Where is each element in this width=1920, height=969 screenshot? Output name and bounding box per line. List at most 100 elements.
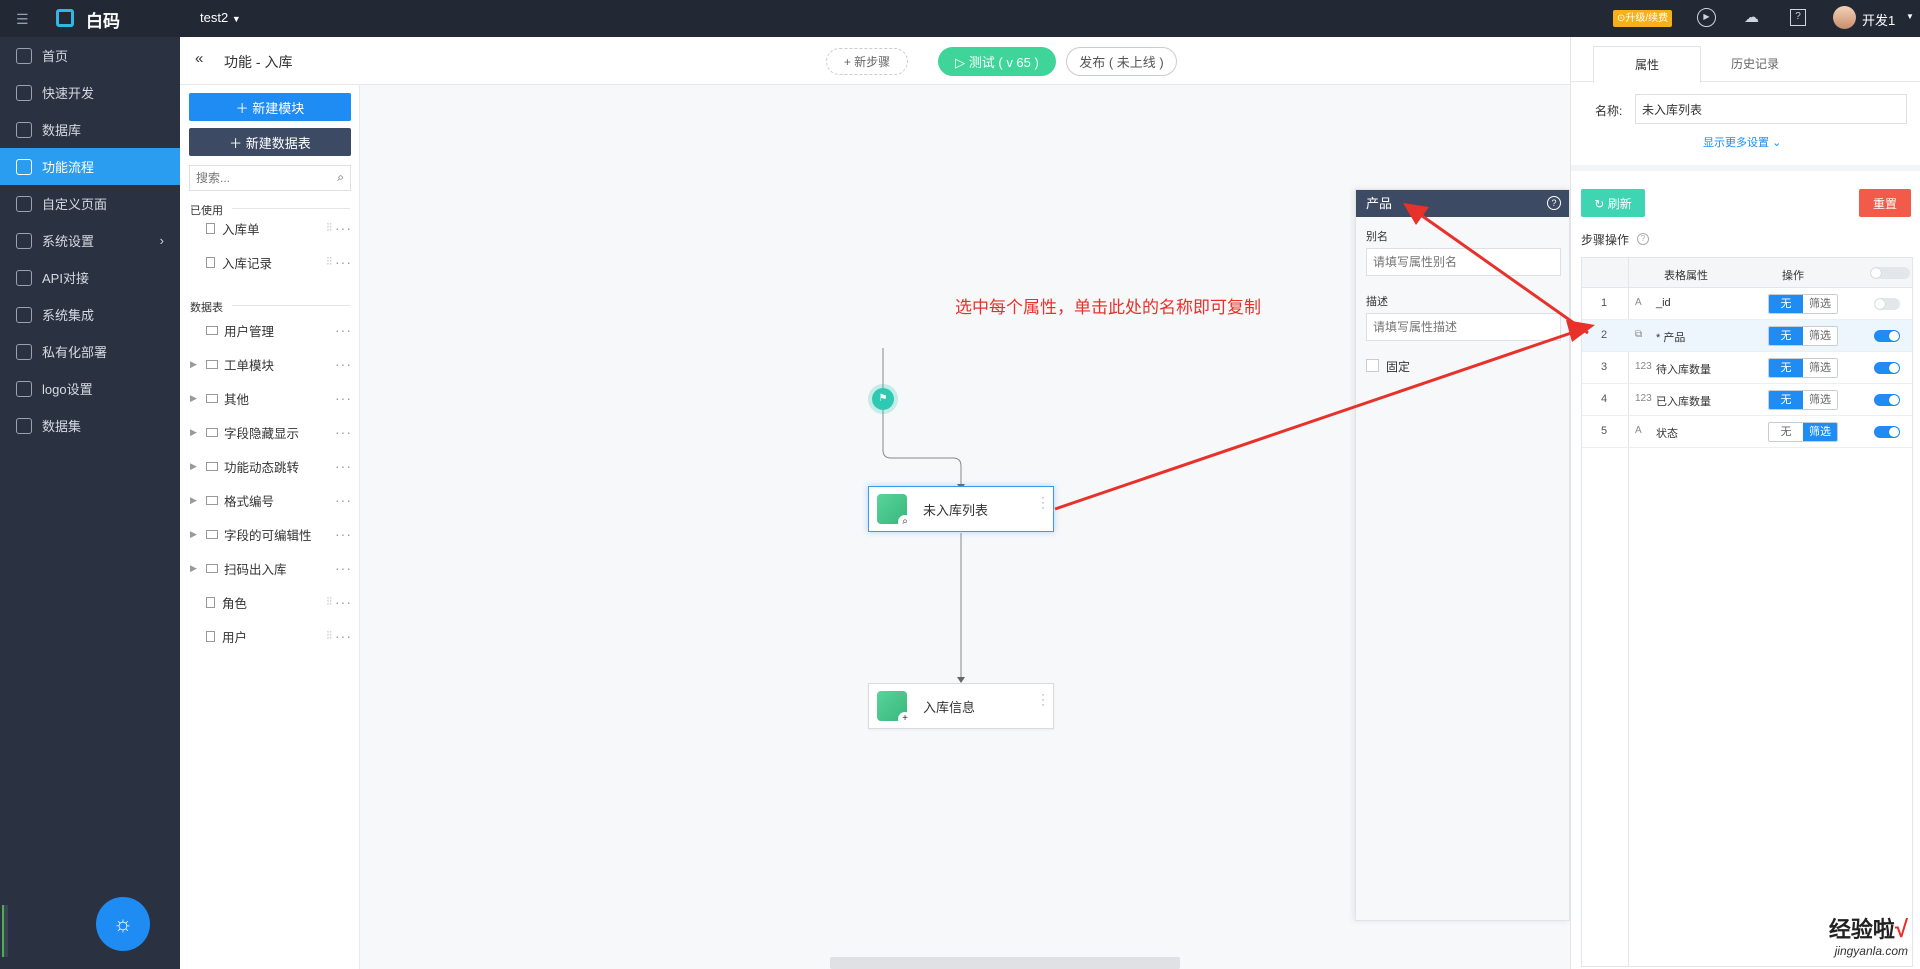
project-switcher[interactable]: test2 ▼ <box>200 10 241 25</box>
nav-item-2[interactable]: 数据库 <box>0 111 180 148</box>
more-icon[interactable]: ··· <box>335 390 352 406</box>
new-step-button[interactable]: + 新步骤 <box>826 48 908 75</box>
menu-toggle-icon[interactable]: ☰ <box>16 11 29 28</box>
op-filter[interactable]: 筛选 <box>1803 359 1837 377</box>
name-input[interactable] <box>1635 94 1907 124</box>
tree-item[interactable]: ▶ 功能动态跳转 ··· <box>180 455 360 477</box>
search-icon[interactable]: ⌕ <box>337 170 344 185</box>
row-field-name[interactable]: 状态 <box>1656 425 1678 441</box>
table-row[interactable]: 4 123 已入库数量 无筛选 <box>1582 384 1912 416</box>
expand-arrow-icon[interactable]: ▶ <box>190 427 197 438</box>
nav-item-7[interactable]: 系统集成 <box>0 296 180 333</box>
op-filter[interactable]: 筛选 <box>1803 423 1837 441</box>
op-filter[interactable]: 筛选 <box>1803 391 1837 409</box>
more-icon[interactable]: ··· <box>335 220 352 236</box>
fixed-checkbox[interactable] <box>1366 359 1379 372</box>
play-icon[interactable]: ▶ <box>1697 8 1716 27</box>
row-field-name[interactable]: _id <box>1656 297 1671 309</box>
help-circle-icon[interactable]: ? <box>1637 233 1649 245</box>
row-field-name[interactable]: 待入库数量 <box>1656 361 1711 377</box>
more-icon[interactable]: ··· <box>335 322 352 338</box>
tips-button[interactable]: ☼ <box>96 897 150 951</box>
row-toggle[interactable] <box>1874 394 1900 406</box>
nav-item-6[interactable]: API对接 <box>0 259 180 296</box>
expand-arrow-icon[interactable]: ▶ <box>190 563 197 574</box>
table-row[interactable]: 1 A _id 无筛选 <box>1582 288 1912 320</box>
flow-node-form[interactable]: + 入库信息 · · · <box>868 683 1054 729</box>
nav-item-1[interactable]: 快速开发 <box>0 74 180 111</box>
op-none[interactable]: 无 <box>1769 295 1803 313</box>
settings-sliders-icon[interactable]: ⫶⫶ <box>327 222 333 235</box>
more-icon[interactable]: ··· <box>335 526 352 542</box>
more-icon[interactable]: ··· <box>335 492 352 508</box>
settings-sliders-icon[interactable]: ⫶⫶ <box>327 596 333 609</box>
expand-arrow-icon[interactable]: ▶ <box>190 495 197 506</box>
more-icon[interactable]: ··· <box>335 560 352 576</box>
nav-item-10[interactable]: 数据集 <box>0 407 180 444</box>
more-icon[interactable]: ··· <box>335 458 352 474</box>
op-filter[interactable]: 筛选 <box>1803 295 1837 313</box>
avatar[interactable] <box>1833 6 1856 29</box>
tree-item[interactable]: ▶ 字段隐藏显示 ··· <box>180 421 360 443</box>
op-none[interactable]: 无 <box>1769 359 1803 377</box>
expand-arrow-icon[interactable]: ▶ <box>190 393 197 404</box>
op-none[interactable]: 无 <box>1769 423 1803 441</box>
op-none[interactable]: 无 <box>1769 391 1803 409</box>
more-icon[interactable]: ··· <box>335 254 352 270</box>
table-row[interactable]: 3 123 待入库数量 无筛选 <box>1582 352 1912 384</box>
all-toggle[interactable] <box>1870 267 1910 279</box>
table-row[interactable]: 2 ⧉ * 产品 无筛选 <box>1582 320 1912 352</box>
row-toggle[interactable] <box>1874 362 1900 374</box>
more-icon[interactable]: ··· <box>335 594 352 610</box>
settings-sliders-icon[interactable]: ⫶⫶ <box>327 630 333 643</box>
tree-item[interactable]: ▶ 工单模块 ··· <box>180 353 360 375</box>
tree-item[interactable]: 入库单 ⫶⫶ ··· <box>180 217 360 239</box>
expand-arrow-icon[interactable]: ▶ <box>190 461 197 472</box>
expand-arrow-icon[interactable]: ▶ <box>190 359 197 370</box>
tab-properties[interactable]: 属性 <box>1593 46 1701 83</box>
flow-node-list[interactable]: ⌕ 未入库列表 · · · <box>868 486 1054 532</box>
publish-button[interactable]: 发布 ( 未上线 ) <box>1066 47 1177 76</box>
op-filter[interactable]: 筛选 <box>1803 327 1837 345</box>
nav-item-4[interactable]: 自定义页面 <box>0 185 180 222</box>
nav-item-8[interactable]: 私有化部署 <box>0 333 180 370</box>
nav-item-9[interactable]: logo设置 <box>0 370 180 407</box>
horizontal-scrollbar[interactable] <box>830 957 1180 969</box>
upgrade-button[interactable]: ⊙升级/续费 <box>1613 10 1673 27</box>
user-name[interactable]: 开发1 <box>1862 10 1895 29</box>
row-field-name[interactable]: * 产品 <box>1656 329 1685 345</box>
more-settings-link[interactable]: 显示更多设置 ⌄ <box>1703 134 1781 150</box>
support-icon[interactable]: ☁ <box>1744 8 1759 26</box>
more-icon[interactable]: ··· <box>335 424 352 440</box>
alias-input[interactable] <box>1366 248 1561 276</box>
desc-input[interactable] <box>1366 313 1561 341</box>
expand-arrow-icon[interactable]: ▶ <box>190 529 197 540</box>
node-menu-icon[interactable]: · · · <box>1041 491 1045 513</box>
tab-history[interactable]: 历史记录 <box>1701 46 1809 82</box>
settings-sliders-icon[interactable]: ⫶⫶ <box>327 256 333 269</box>
nav-item-0[interactable]: 首页 <box>0 37 180 74</box>
reset-button[interactable]: 重置 <box>1859 189 1911 217</box>
more-icon[interactable]: ··· <box>335 356 352 372</box>
table-row[interactable]: 5 A 状态 无筛选 <box>1582 416 1912 448</box>
nav-item-3[interactable]: 功能流程 <box>0 148 180 185</box>
new-table-button[interactable]: ＋ 新建数据表 <box>189 128 351 156</box>
row-field-name[interactable]: 已入库数量 <box>1656 393 1711 409</box>
tree-item[interactable]: ▶ 格式编号 ··· <box>180 489 360 511</box>
help-circle-icon[interactable]: ? <box>1547 196 1561 210</box>
tree-item[interactable]: ▶ 扫码出入库 ··· <box>180 557 360 579</box>
help-icon[interactable]: ? <box>1790 9 1806 26</box>
test-button[interactable]: ▷ 测试 ( v 65 ) <box>938 47 1056 76</box>
tree-item[interactable]: ▶ 字段的可编辑性 ··· <box>180 523 360 545</box>
row-toggle[interactable] <box>1874 298 1900 310</box>
tree-item[interactable]: 用户 ⫶⫶ ··· <box>180 625 360 647</box>
tree-item[interactable]: 入库记录 ⫶⫶ ··· <box>180 251 360 273</box>
field-name[interactable]: 产品 <box>1366 196 1392 211</box>
start-node-icon[interactable]: ⚑ <box>872 388 894 410</box>
tree-item[interactable]: 用户管理 ··· <box>180 319 360 341</box>
nav-item-5[interactable]: 系统设置 › <box>0 222 180 259</box>
more-icon[interactable]: ··· <box>335 628 352 644</box>
tree-search-input[interactable] <box>190 166 320 190</box>
row-toggle[interactable] <box>1874 330 1900 342</box>
refresh-button[interactable]: ↻ 刷新 <box>1581 189 1645 217</box>
